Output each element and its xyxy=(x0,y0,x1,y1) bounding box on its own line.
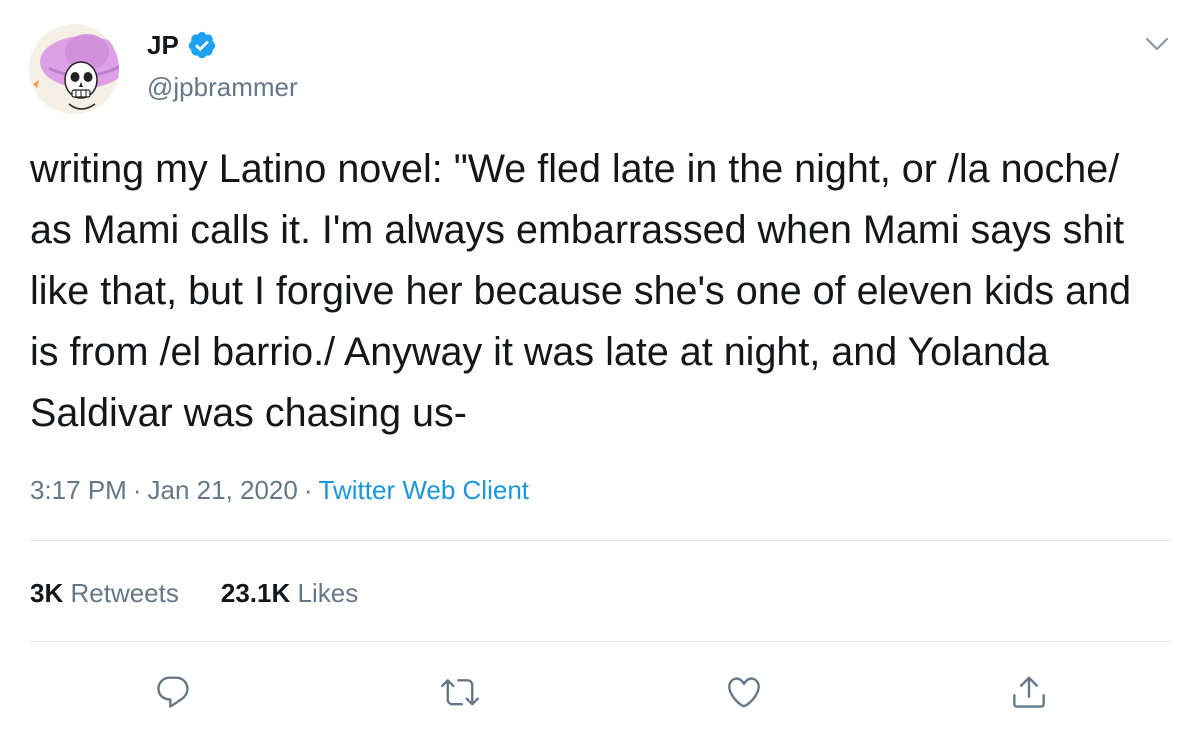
tweet-source-link[interactable]: Twitter Web Client xyxy=(319,475,529,505)
tweet-metadata: 3:17 PM · Jan 21, 2020 · Twitter Web Client xyxy=(30,473,529,507)
tweet-stats: 3K Retweets 23.1K Likes xyxy=(30,576,358,610)
tweet-time[interactable]: 3:17 PM xyxy=(30,475,127,505)
heart-icon xyxy=(728,677,760,708)
verified-badge-icon xyxy=(187,30,217,60)
meta-separator: · xyxy=(303,475,313,505)
retweet-button[interactable] xyxy=(438,670,482,714)
reply-button[interactable] xyxy=(151,670,195,714)
avatar[interactable] xyxy=(29,24,119,114)
likes-stat[interactable]: 23.1K Likes xyxy=(221,576,358,610)
likes-label: Likes xyxy=(297,578,359,608)
share-button[interactable] xyxy=(1007,670,1051,714)
reply-icon xyxy=(157,676,189,708)
tweet-card: JP @jpbrammer writing my Latino novel: "… xyxy=(0,0,1200,738)
share-icon xyxy=(1013,676,1045,708)
divider xyxy=(30,641,1172,642)
user-handle[interactable]: @jpbrammer xyxy=(147,72,298,102)
tweet-date[interactable]: Jan 21, 2020 xyxy=(148,475,298,505)
display-name[interactable]: JP xyxy=(147,30,179,60)
retweets-label: Retweets xyxy=(70,578,179,608)
likes-count: 23.1K xyxy=(220,578,291,608)
meta-separator: · xyxy=(132,475,142,505)
tweet-text: writing my Latino novel: "We fled late i… xyxy=(30,147,1143,435)
chevron-down-icon[interactable] xyxy=(1143,30,1171,58)
divider xyxy=(30,540,1172,541)
retweet-icon xyxy=(441,679,479,706)
skull-avatar-icon xyxy=(29,24,119,114)
like-button[interactable] xyxy=(722,670,766,714)
name-row: JP xyxy=(147,30,217,60)
retweets-stat[interactable]: 3K Retweets xyxy=(30,576,179,610)
retweets-count: 3K xyxy=(30,578,64,608)
